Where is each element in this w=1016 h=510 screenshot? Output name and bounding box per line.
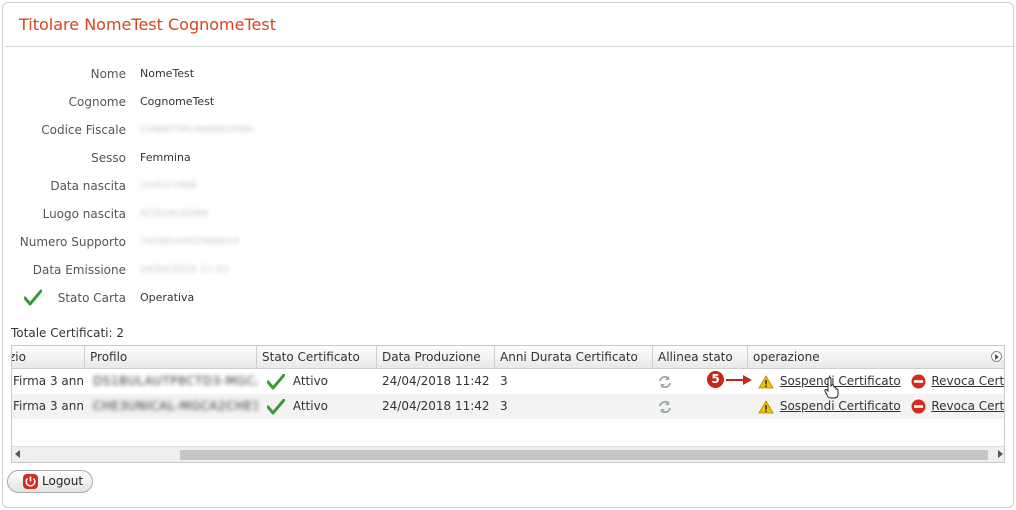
field-row-nome: Nome NomeTest bbox=[0, 64, 400, 84]
column-header-stato[interactable]: Stato Certificato bbox=[257, 346, 377, 368]
pointer-arrow-icon bbox=[726, 375, 752, 385]
column-header-operazione[interactable]: operazione bbox=[748, 346, 1004, 368]
warning-icon[interactable] bbox=[758, 399, 774, 414]
cell-profilo: CHE3UNICAL-MGCA2CHE1 bbox=[93, 399, 257, 413]
column-header-anni-durata[interactable]: Anni Durata Certificato bbox=[495, 346, 653, 368]
column-header-allinea-stato[interactable]: Allinea stato bbox=[653, 346, 748, 368]
hand-cursor-icon bbox=[824, 377, 839, 399]
field-row-codice-fiscale: Codice Fiscale CGNMT5R14A6842RDA bbox=[0, 120, 400, 140]
cell-operazione: Sospendi Certificato Revoca Certificato bbox=[748, 394, 1004, 419]
field-label: Sesso bbox=[91, 151, 126, 165]
suspend-certificate-link[interactable]: Sospendi Certificato bbox=[780, 374, 901, 388]
check-icon bbox=[266, 398, 286, 414]
check-icon bbox=[24, 289, 42, 306]
cell-tipo: Firma 3 anni bbox=[13, 399, 85, 413]
power-icon bbox=[23, 474, 38, 489]
table-row: Firma 3 anni DS1BULAUTP8CTD3-MGCA3FD1 At… bbox=[12, 369, 1004, 394]
scroll-right-icon[interactable] bbox=[998, 450, 1003, 458]
refresh-icon[interactable] bbox=[658, 400, 672, 414]
scrollbar-thumb[interactable] bbox=[180, 450, 988, 460]
revoke-certificate-link[interactable]: Revoca Certificato bbox=[931, 374, 1004, 388]
status-text: Attivo bbox=[292, 374, 329, 388]
cell-anni: 3 bbox=[500, 399, 508, 413]
field-value: ACQUALAGNA bbox=[140, 209, 209, 219]
cell-data-produzione: 24/04/2018 11:42 bbox=[382, 399, 490, 413]
page-title: Titolare NomeTest CognomeTest bbox=[19, 15, 276, 34]
field-row-data-emissione: Data Emissione 24/04/2018 11:43 bbox=[0, 260, 400, 280]
field-label: Data nascita bbox=[50, 179, 126, 193]
column-header-profilo[interactable]: Profilo bbox=[85, 346, 257, 368]
field-label: Luogo nascita bbox=[42, 207, 126, 221]
cell-anni: 3 bbox=[500, 374, 508, 388]
cell-allinea bbox=[653, 394, 748, 419]
certificates-total: Totale Certificati: 2 bbox=[11, 326, 124, 340]
field-label: Numero Supporto bbox=[19, 235, 126, 249]
step-badge: 5 bbox=[707, 371, 724, 388]
field-row-stato-carta: Stato Carta Operativa bbox=[0, 288, 400, 308]
column-header-data-produzione[interactable]: Data Produzione bbox=[377, 346, 495, 368]
status-text: Attivo bbox=[292, 399, 329, 413]
cell-stato: Attivo bbox=[257, 394, 377, 419]
column-scroll-right-icon[interactable] bbox=[991, 351, 1002, 362]
check-icon bbox=[266, 373, 286, 389]
cell-profilo: DS1BULAUTP8CTD3-MGCA3FD1 bbox=[93, 374, 257, 388]
field-value: 7420810002969410 bbox=[140, 237, 240, 247]
logout-label: Logout bbox=[42, 474, 84, 488]
stop-icon[interactable] bbox=[911, 399, 926, 414]
logout-button[interactable]: Logout bbox=[7, 470, 93, 493]
field-label: Cognome bbox=[68, 95, 126, 109]
field-value: CGNMT5R14A6842RDA bbox=[140, 125, 254, 135]
field-label: Codice Fiscale bbox=[41, 123, 126, 137]
field-row-numero-supporto: Numero Supporto 7420810002969410 bbox=[0, 232, 400, 252]
field-label: Stato Carta bbox=[57, 291, 126, 305]
field-value: CognomeTest bbox=[140, 95, 215, 108]
field-label: Data Emissione bbox=[32, 263, 126, 277]
cell-tipo: Firma 3 anni bbox=[13, 374, 85, 388]
revoke-certificate-link[interactable]: Revoca Certificato bbox=[931, 399, 1004, 413]
cell-operazione: Sospendi Certificato Revoca Certificato bbox=[748, 369, 1004, 394]
field-row-data-nascita: Data nascita 10/03/1999 bbox=[0, 176, 400, 196]
refresh-icon[interactable] bbox=[658, 375, 672, 389]
scroll-left-icon[interactable] bbox=[15, 450, 20, 458]
field-value: Femmina bbox=[140, 151, 191, 164]
title-divider bbox=[5, 46, 1015, 47]
field-value: 24/04/2018 11:43 bbox=[140, 265, 229, 275]
stop-icon[interactable] bbox=[911, 374, 926, 389]
cell-data-produzione: 24/04/2018 11:42 bbox=[382, 374, 490, 388]
grid-header: zio Profilo Stato Certificato Data Produ… bbox=[12, 346, 1004, 369]
field-row-sesso: Sesso Femmina bbox=[0, 148, 400, 168]
field-label: Nome bbox=[90, 67, 126, 81]
field-value: 10/03/1999 bbox=[140, 181, 197, 191]
column-header-tipo[interactable]: zio bbox=[12, 346, 85, 368]
cell-stato: Attivo bbox=[257, 369, 377, 394]
suspend-certificate-link[interactable]: Sospendi Certificato bbox=[780, 399, 901, 413]
field-value: NomeTest bbox=[140, 67, 195, 80]
field-row-cognome: Cognome CognomeTest bbox=[0, 92, 400, 112]
horizontal-scrollbar[interactable] bbox=[12, 446, 1004, 462]
table-row: Firma 3 anni CHE3UNICAL-MGCA2CHE1 Attivo… bbox=[12, 394, 1004, 419]
field-row-luogo-nascita: Luogo nascita ACQUALAGNA bbox=[0, 204, 400, 224]
field-value: Operativa bbox=[140, 291, 195, 304]
certificates-grid: zio Profilo Stato Certificato Data Produ… bbox=[11, 345, 1005, 463]
warning-icon[interactable] bbox=[758, 374, 774, 389]
